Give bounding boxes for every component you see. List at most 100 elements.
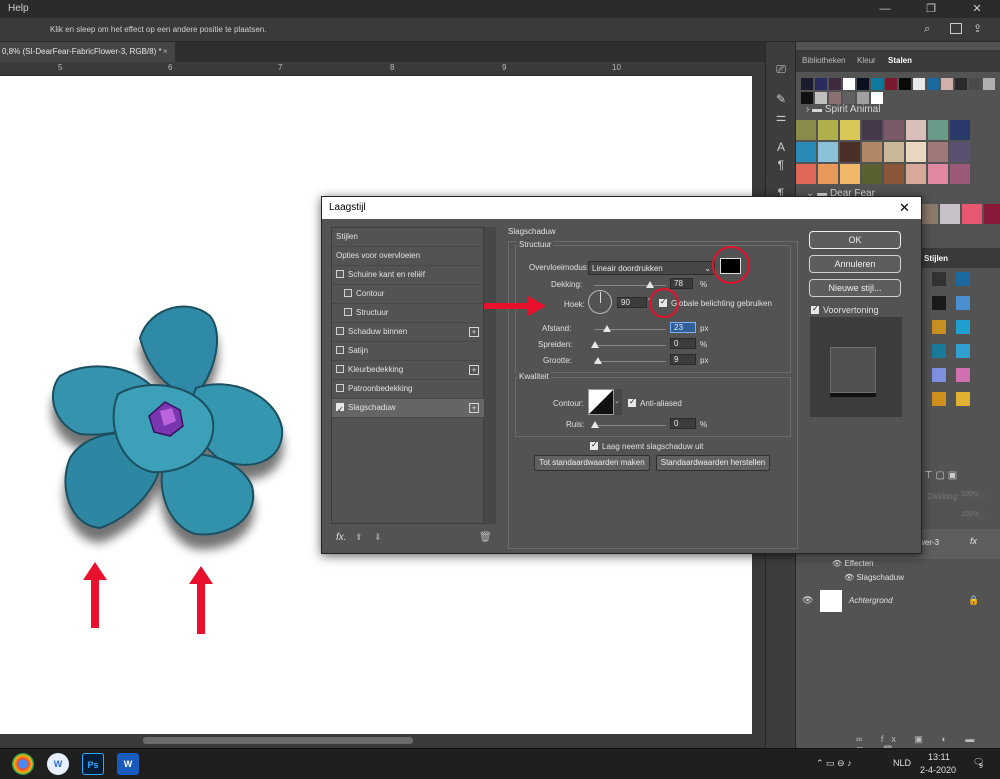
color-swatch[interactable] (950, 164, 970, 184)
color-swatch[interactable] (840, 120, 860, 140)
new-style-button[interactable]: Nieuwe stijl... (809, 279, 901, 297)
close-window-icon[interactable]: ✕ (954, 0, 1000, 18)
history-icon[interactable]: ⎚ (772, 60, 790, 78)
tab-color[interactable]: Kleur (857, 56, 876, 65)
color-swatch[interactable] (884, 164, 904, 184)
color-swatch[interactable] (955, 78, 967, 90)
color-swatch[interactable] (969, 78, 981, 90)
color-swatch[interactable] (871, 78, 883, 90)
reset-default-button[interactable]: Standaardwaarden herstellen (656, 455, 770, 471)
add-effect-icon[interactable]: + (469, 365, 479, 375)
minimize-icon[interactable]: — (862, 0, 908, 18)
style-list-scrollbar[interactable] (484, 227, 496, 524)
color-swatch[interactable] (871, 92, 883, 104)
clock-time[interactable]: 13:11 (928, 752, 950, 762)
style-list-item[interactable]: Contour (332, 285, 485, 304)
opacity-input[interactable]: 78 (670, 278, 693, 289)
chrome-icon[interactable] (12, 753, 34, 775)
color-swatch[interactable] (801, 78, 813, 90)
color-swatch[interactable] (801, 92, 813, 104)
fx-menu-icon[interactable]: fx. (336, 532, 347, 543)
style-list-item[interactable]: Schuine kant en reliëf (332, 266, 485, 285)
opacity-slider[interactable] (594, 285, 666, 286)
distance-input[interactable]: 23 (670, 322, 696, 333)
color-swatch[interactable] (843, 92, 855, 104)
layer-row-background[interactable]: 👁 Achtergrond 🔒 (796, 587, 1000, 615)
color-swatch[interactable] (885, 78, 897, 90)
brush-icon[interactable]: ✎ (772, 90, 790, 108)
adjust-icon[interactable]: ⚌ (772, 108, 790, 126)
search-icon[interactable]: ⌕ (924, 23, 930, 36)
dialog-close-icon[interactable]: ✕ (888, 197, 921, 219)
color-swatch[interactable] (829, 78, 841, 90)
move-down-icon[interactable]: ⬇ (374, 532, 382, 543)
effects-row[interactable]: 👁 Effecten (832, 559, 874, 568)
close-tab-icon[interactable]: × (163, 42, 168, 62)
clock-date[interactable]: 2-4-2020 (920, 765, 956, 775)
style-checkbox[interactable] (336, 346, 344, 354)
style-checkbox[interactable] (336, 270, 344, 278)
angle-input[interactable]: 90 (617, 297, 647, 308)
color-swatch[interactable] (983, 78, 995, 90)
style-checkbox[interactable] (344, 289, 352, 297)
tab-swatches[interactable]: Stalen (888, 56, 912, 65)
noise-input[interactable]: 0 (670, 418, 696, 429)
preview-check[interactable] (811, 304, 819, 314)
color-swatch[interactable] (829, 92, 841, 104)
color-swatch[interactable] (796, 142, 816, 162)
horizontal-scrollbar[interactable] (0, 734, 765, 748)
color-swatch[interactable] (862, 164, 882, 184)
contour-preview[interactable] (588, 389, 614, 415)
color-swatch[interactable] (857, 78, 869, 90)
style-list-item[interactable]: Patroonbedekking (332, 380, 485, 399)
color-swatch[interactable] (818, 120, 838, 140)
style-list-item[interactable]: Slagschaduw + (332, 399, 485, 419)
color-swatch[interactable] (956, 368, 970, 382)
color-swatch[interactable] (956, 320, 970, 334)
size-slider-knob[interactable] (594, 357, 602, 364)
maximize-icon[interactable]: ❐ (908, 0, 954, 18)
app-w-icon[interactable]: W (47, 753, 69, 775)
workspace-icon[interactable] (950, 23, 962, 34)
document-tab[interactable]: 0,8% (SI-DearFear-FabricFlower-3, RGB/8)… (0, 42, 175, 62)
language-indicator[interactable]: NLD (893, 758, 911, 768)
spread-slider-knob[interactable] (591, 341, 599, 348)
color-swatch[interactable] (956, 296, 970, 310)
color-swatch[interactable] (932, 272, 946, 286)
tray-icons[interactable]: ⌃ ▭ ⊖ ♪ (816, 758, 852, 769)
noise-slider-knob[interactable] (591, 421, 599, 428)
style-list-item[interactable]: Satijn (332, 342, 485, 361)
color-swatch[interactable] (956, 392, 970, 406)
add-effect-icon[interactable]: + (469, 403, 479, 413)
color-swatch[interactable] (843, 78, 855, 90)
scroll-thumb[interactable] (143, 737, 413, 744)
color-swatch[interactable] (815, 92, 827, 104)
color-swatch[interactable] (928, 142, 948, 162)
size-slider[interactable] (594, 361, 666, 362)
opacity-slider-knob[interactable] (646, 281, 655, 288)
word-icon[interactable]: W (117, 753, 139, 775)
color-swatch[interactable] (840, 164, 860, 184)
distance-slider-knob[interactable] (603, 325, 611, 332)
move-up-icon[interactable]: ⬆ (355, 532, 363, 543)
antialiased-check[interactable] (628, 397, 636, 407)
photoshop-icon[interactable]: Ps (82, 753, 104, 775)
fill-value[interactable]: 100% (961, 511, 985, 521)
fx-icon[interactable]: fx (970, 536, 977, 546)
cancel-button[interactable]: Annuleren (809, 255, 901, 273)
color-swatch[interactable] (906, 120, 926, 140)
menu-help[interactable]: Help (8, 3, 29, 14)
color-swatch[interactable] (927, 78, 939, 90)
style-checkbox[interactable] (336, 327, 344, 335)
style-checkbox[interactable] (336, 384, 344, 392)
size-input[interactable]: 9 (670, 354, 696, 365)
filter-icons[interactable]: ⊤ ▢ ▣ (924, 470, 957, 481)
tab-libraries[interactable]: Bibliotheken (802, 56, 846, 65)
color-swatch[interactable] (962, 204, 982, 224)
color-swatch[interactable] (956, 344, 970, 358)
paragraph-icon[interactable]: ¶ (772, 156, 790, 174)
color-swatch[interactable] (796, 164, 816, 184)
color-swatch[interactable] (815, 78, 827, 90)
character-icon[interactable]: A (772, 138, 790, 156)
color-swatch[interactable] (899, 78, 911, 90)
